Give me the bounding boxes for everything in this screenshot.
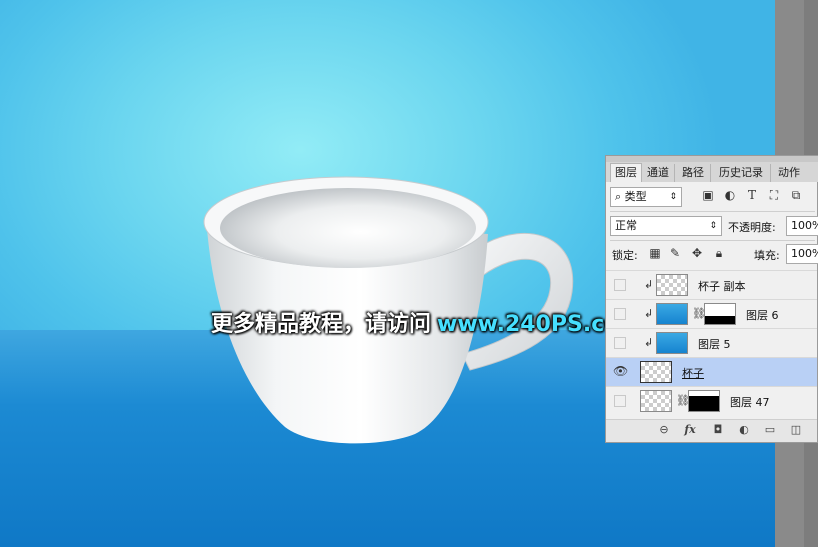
opacity-label: 不透明度: [728, 221, 776, 234]
tab-actions[interactable]: 动作 [772, 164, 806, 182]
panel-bottom-bar: ⊖ fx ◘ ◐ ▭ ◫ [606, 419, 817, 442]
tab-channels[interactable]: 通道 [642, 164, 675, 182]
text-filter-icon[interactable]: T [744, 188, 760, 202]
fx-icon[interactable]: fx [682, 423, 698, 436]
lock-position-icon[interactable]: ✥ [690, 246, 704, 260]
link-layers-icon[interactable]: ⊖ [656, 423, 672, 436]
visibility-toggle[interactable] [614, 308, 626, 320]
fill-label: 填充: [754, 249, 780, 262]
layer-row[interactable]: ↲ 图层 5 [606, 328, 817, 357]
panel-tab-bar: 图层 通道 路径 历史记录 动作 [606, 156, 818, 182]
filter-kind-value: 类型 [624, 190, 647, 203]
layer-name[interactable]: 杯子 [682, 365, 704, 381]
lock-label: 锁定: [612, 249, 638, 262]
layer-thumbnail [640, 390, 672, 412]
layer-row[interactable]: ↲ ⛓ 图层 6 [606, 299, 817, 328]
smart-object-filter-icon[interactable]: ⧉ [788, 188, 804, 203]
clip-arrow-icon: ↲ [644, 278, 654, 291]
layer-name[interactable]: 图层 5 [698, 336, 731, 352]
layer-row[interactable]: ↲ 杯子 副本 [606, 270, 817, 299]
image-filter-icon[interactable]: ▣ [700, 188, 716, 202]
lock-image-icon[interactable]: ✎ [668, 246, 682, 260]
panel-grip[interactable] [606, 156, 818, 162]
opacity-input[interactable]: 100% [786, 216, 818, 236]
new-layer-icon[interactable]: ◫ [788, 423, 804, 436]
lock-transparent-icon[interactable]: ▦ [648, 246, 662, 260]
tab-layers[interactable]: 图层 [610, 163, 642, 182]
lock-all-icon[interactable]: 🔒︎ [712, 246, 726, 261]
tab-paths[interactable]: 路径 [676, 164, 711, 182]
blend-mode-value: 正常 [615, 219, 637, 232]
tab-history[interactable]: 历史记录 [712, 164, 771, 182]
new-group-icon[interactable]: ▭ [762, 423, 778, 436]
watermark-text: 更多精品教程，请访问 [211, 312, 432, 337]
layer-name[interactable]: 杯子 副本 [698, 278, 746, 294]
adjustment-layer-icon[interactable]: ◐ [736, 423, 752, 436]
watermark: 更多精品教程，请访问 www.240PS.com [211, 306, 642, 338]
add-mask-icon[interactable]: ◘ [710, 423, 726, 436]
adjustment-filter-icon[interactable]: ◐ [722, 188, 738, 202]
visibility-toggle[interactable] [614, 337, 626, 349]
layer-name[interactable]: 图层 6 [746, 307, 779, 323]
filter-kind-select[interactable]: ⌕ 类型 ⇕ [610, 187, 682, 207]
fill-input[interactable]: 100% [786, 244, 818, 264]
layer-name[interactable]: 图层 47 [730, 394, 770, 410]
divider [610, 240, 815, 241]
shape-filter-icon[interactable]: ⛶ [766, 188, 782, 203]
layers-panel: 图层 通道 路径 历史记录 动作 ⌕ 类型 ⇕ ▣ ◐ T ⛶ ⧉ 正常 ⇕ 不… [605, 155, 818, 443]
stepper-icon: ⇕ [709, 221, 717, 231]
clip-arrow-icon: ↲ [644, 307, 654, 320]
blend-mode-select[interactable]: 正常 ⇕ [610, 216, 722, 236]
visibility-toggle[interactable] [614, 279, 626, 291]
layer-thumbnail [656, 274, 688, 296]
layer-row-selected[interactable]: 👁︎ 杯子 [606, 357, 817, 386]
search-icon: ⌕ [615, 190, 625, 203]
layer-mask-thumbnail[interactable] [704, 303, 736, 325]
stepper-icon: ⇕ [669, 192, 677, 202]
layer-thumbnail [656, 332, 688, 354]
layer-mask-thumbnail[interactable] [688, 390, 720, 412]
eye-icon[interactable]: 👁︎ [613, 364, 628, 378]
clip-arrow-icon: ↲ [644, 336, 654, 349]
layer-thumbnail [656, 303, 688, 325]
layer-row[interactable]: ⛓ 图层 47 [606, 386, 817, 415]
visibility-toggle[interactable] [614, 395, 626, 407]
divider [610, 211, 815, 212]
layer-thumbnail [640, 361, 672, 383]
